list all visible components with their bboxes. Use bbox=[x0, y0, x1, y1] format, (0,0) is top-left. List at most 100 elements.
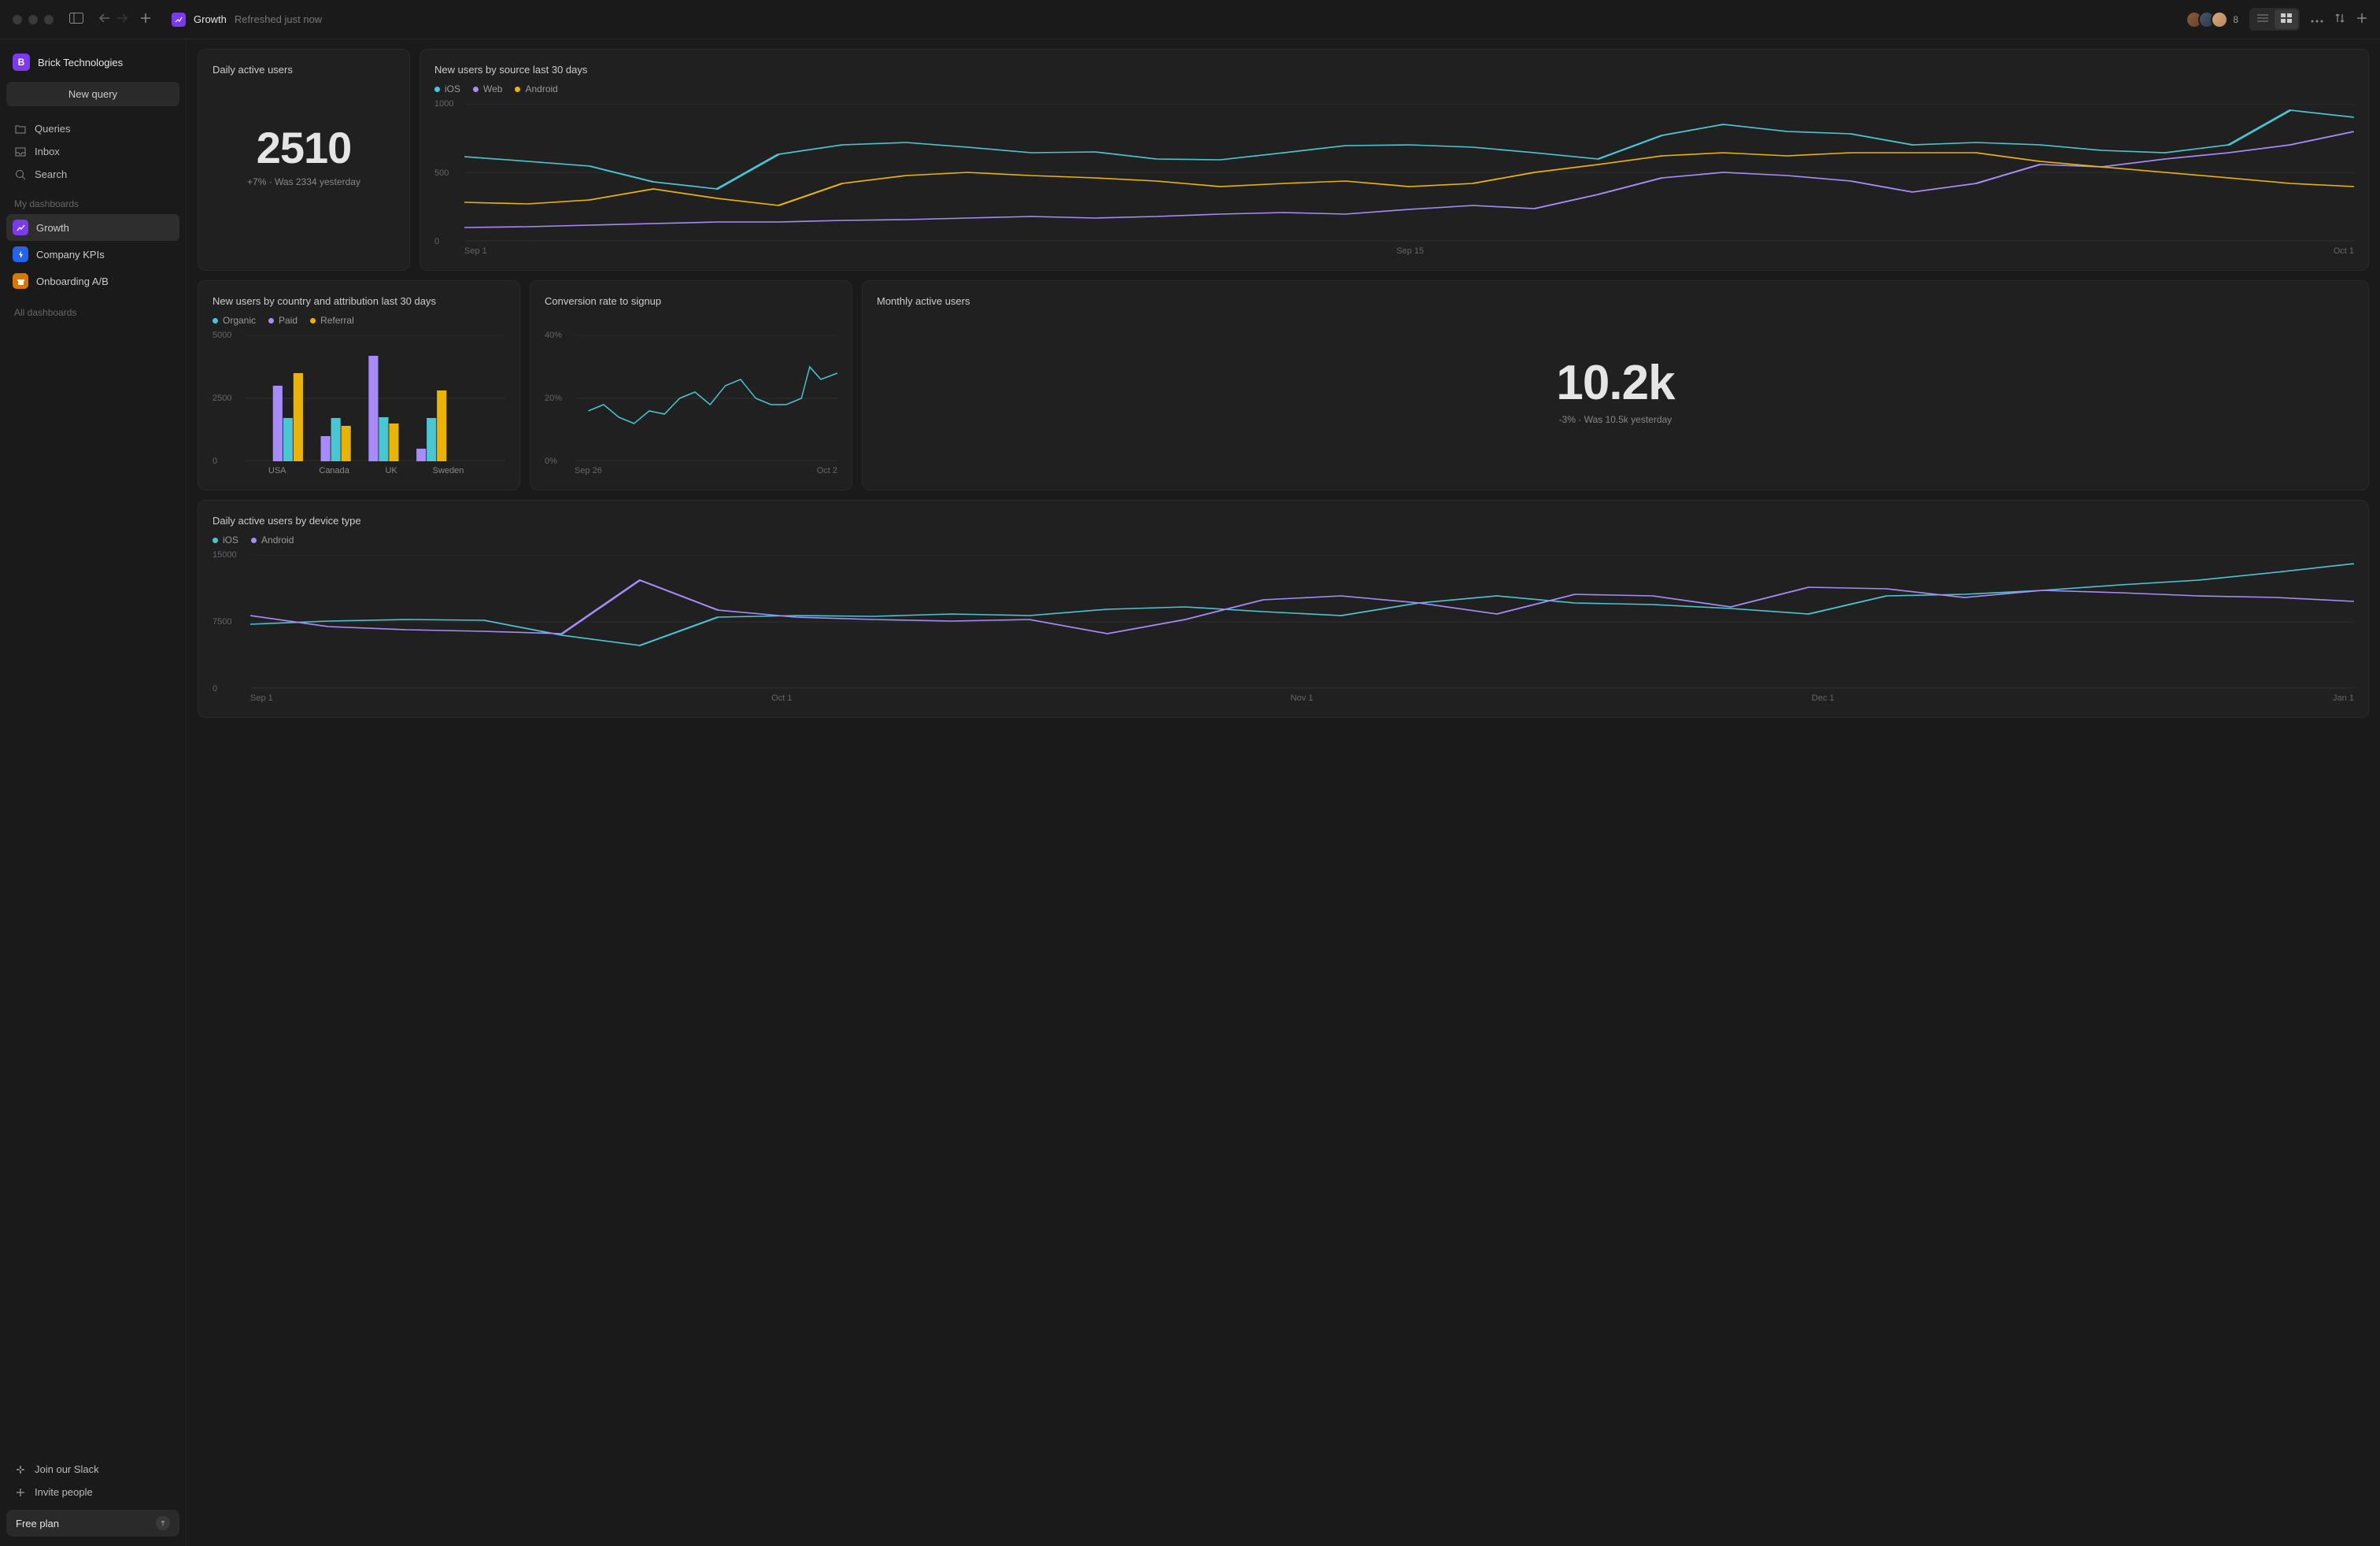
legend-label: Paid bbox=[279, 315, 298, 326]
bar bbox=[342, 426, 351, 461]
bar bbox=[427, 418, 436, 461]
line-chart: 15000 7500 0 bbox=[213, 555, 2354, 689]
card-daily-active-by-device[interactable]: Daily active users by device type iOS An… bbox=[198, 500, 2369, 718]
legend-dot bbox=[310, 318, 316, 324]
card-title: Monthly active users bbox=[877, 295, 2354, 307]
y-tick: 2500 bbox=[213, 394, 231, 403]
legend-label: Web bbox=[483, 83, 502, 94]
sidebar-item-onboarding[interactable]: Onboarding A/B bbox=[6, 268, 179, 294]
grid-view-button[interactable] bbox=[2275, 9, 2298, 29]
y-tick: 1000 bbox=[434, 99, 453, 109]
legend-dot bbox=[515, 87, 520, 92]
nav-inbox[interactable]: Inbox bbox=[6, 140, 179, 163]
legend-dot bbox=[251, 538, 257, 543]
breadcrumb: Growth Refreshed just now bbox=[172, 13, 322, 27]
forward-button[interactable] bbox=[116, 13, 128, 25]
series-ios bbox=[250, 564, 2354, 645]
legend-label: iOS bbox=[223, 534, 238, 546]
nav-label: Join our Slack bbox=[35, 1463, 99, 1475]
add-button[interactable] bbox=[2356, 13, 2367, 26]
join-slack-link[interactable]: Join our Slack bbox=[6, 1458, 179, 1481]
series-web bbox=[464, 131, 2354, 227]
x-tick: Sep 1 bbox=[250, 693, 273, 703]
sidebar-item-company-kpis[interactable]: Company KPIs bbox=[6, 241, 179, 268]
back-button[interactable] bbox=[99, 13, 110, 25]
legend-dot bbox=[434, 87, 440, 92]
card-monthly-active-users[interactable]: Monthly active users 10.2k -3% · Was 10.… bbox=[862, 280, 2369, 490]
x-axis: USA Canada UK Sweden bbox=[213, 466, 505, 475]
bar bbox=[283, 418, 293, 461]
x-tick: Sweden bbox=[419, 466, 476, 475]
card-new-users-by-source[interactable]: New users by source last 30 days iOS Web… bbox=[419, 49, 2369, 271]
card-conversion-rate[interactable]: Conversion rate to signup 40% 20% 0% bbox=[530, 280, 852, 490]
card-title: Conversion rate to signup bbox=[545, 295, 837, 307]
chart-legend: iOS Android bbox=[213, 534, 2354, 546]
x-tick: Sep 15 bbox=[1396, 246, 1424, 256]
bar bbox=[273, 386, 283, 461]
stat-value: 10.2k bbox=[1556, 355, 1674, 411]
y-tick: 0 bbox=[213, 457, 217, 466]
new-query-button[interactable]: New query bbox=[6, 82, 179, 106]
nav-label: Queries bbox=[35, 123, 71, 135]
plus-icon bbox=[14, 1488, 27, 1497]
collaborator-avatars[interactable]: 8 bbox=[2186, 11, 2238, 28]
plan-indicator[interactable]: Free plan bbox=[6, 1510, 179, 1537]
page-title: Growth bbox=[194, 13, 227, 25]
new-tab-button[interactable] bbox=[140, 13, 151, 26]
legend-label: Referral bbox=[320, 315, 354, 326]
x-tick: Oct 1 bbox=[771, 693, 792, 703]
nav-search[interactable]: Search bbox=[6, 163, 179, 186]
y-tick: 40% bbox=[545, 331, 562, 340]
section-my-dashboards: My dashboards bbox=[6, 186, 179, 214]
bar bbox=[416, 449, 426, 461]
legend-dot bbox=[268, 318, 274, 324]
slack-icon bbox=[14, 1464, 27, 1475]
workspace-icon: B bbox=[13, 54, 30, 71]
card-new-users-by-country[interactable]: New users by country and attribution las… bbox=[198, 280, 520, 490]
sidebar-item-label: Growth bbox=[36, 222, 69, 234]
refresh-status: Refreshed just now bbox=[235, 13, 322, 25]
list-view-button[interactable] bbox=[2251, 9, 2275, 29]
legend-label: Organic bbox=[223, 315, 256, 326]
close-window[interactable] bbox=[13, 15, 22, 24]
card-title: New users by source last 30 days bbox=[434, 64, 2354, 76]
x-tick: Oct 1 bbox=[2334, 246, 2354, 256]
window-controls bbox=[13, 15, 54, 24]
dashboard-icon bbox=[172, 13, 186, 27]
sidebar-toggle-icon[interactable] bbox=[69, 13, 83, 26]
sort-icon[interactable] bbox=[2334, 13, 2345, 26]
x-axis: Sep 26 Oct 2 bbox=[545, 466, 837, 475]
avatar-count: 8 bbox=[2233, 14, 2238, 25]
avatar bbox=[2211, 11, 2228, 28]
series-conversion bbox=[589, 367, 837, 423]
card-title: Daily active users bbox=[213, 64, 395, 76]
nav-queries[interactable]: Queries bbox=[6, 117, 179, 140]
invite-people-link[interactable]: Invite people bbox=[6, 1481, 179, 1503]
legend-label: Android bbox=[261, 534, 294, 546]
workspace-switcher[interactable]: B Brick Technologies bbox=[6, 49, 179, 82]
bar bbox=[389, 423, 398, 461]
line-chart: 40% 20% 0% bbox=[545, 335, 837, 461]
nav-label: Search bbox=[35, 168, 67, 180]
stat-subtitle: +7% · Was 2334 yesterday bbox=[247, 176, 360, 187]
card-daily-active-users[interactable]: Daily active users 2510 +7% · Was 2334 y… bbox=[198, 49, 410, 271]
y-tick: 5000 bbox=[213, 331, 231, 340]
x-tick: UK bbox=[363, 466, 419, 475]
maximize-window[interactable] bbox=[44, 15, 54, 24]
minimize-window[interactable] bbox=[28, 15, 38, 24]
x-tick: Oct 2 bbox=[817, 466, 837, 475]
sidebar-item-label: Onboarding A/B bbox=[36, 276, 109, 287]
legend-dot bbox=[473, 87, 479, 92]
section-all-dashboards: All dashboards bbox=[6, 294, 179, 323]
upgrade-icon bbox=[156, 1516, 170, 1530]
more-menu-icon[interactable] bbox=[2311, 13, 2323, 25]
legend-label: Android bbox=[525, 83, 557, 94]
x-tick: Sep 26 bbox=[575, 466, 602, 475]
bar bbox=[331, 418, 341, 461]
nav-label: Inbox bbox=[35, 146, 60, 157]
sidebar-item-growth[interactable]: Growth bbox=[6, 214, 179, 241]
bar bbox=[294, 373, 303, 461]
view-toggle bbox=[2249, 8, 2300, 31]
x-axis: Sep 1 Sep 15 Oct 1 bbox=[434, 246, 2354, 256]
line-chart: 1000 500 0 bbox=[434, 104, 2354, 242]
